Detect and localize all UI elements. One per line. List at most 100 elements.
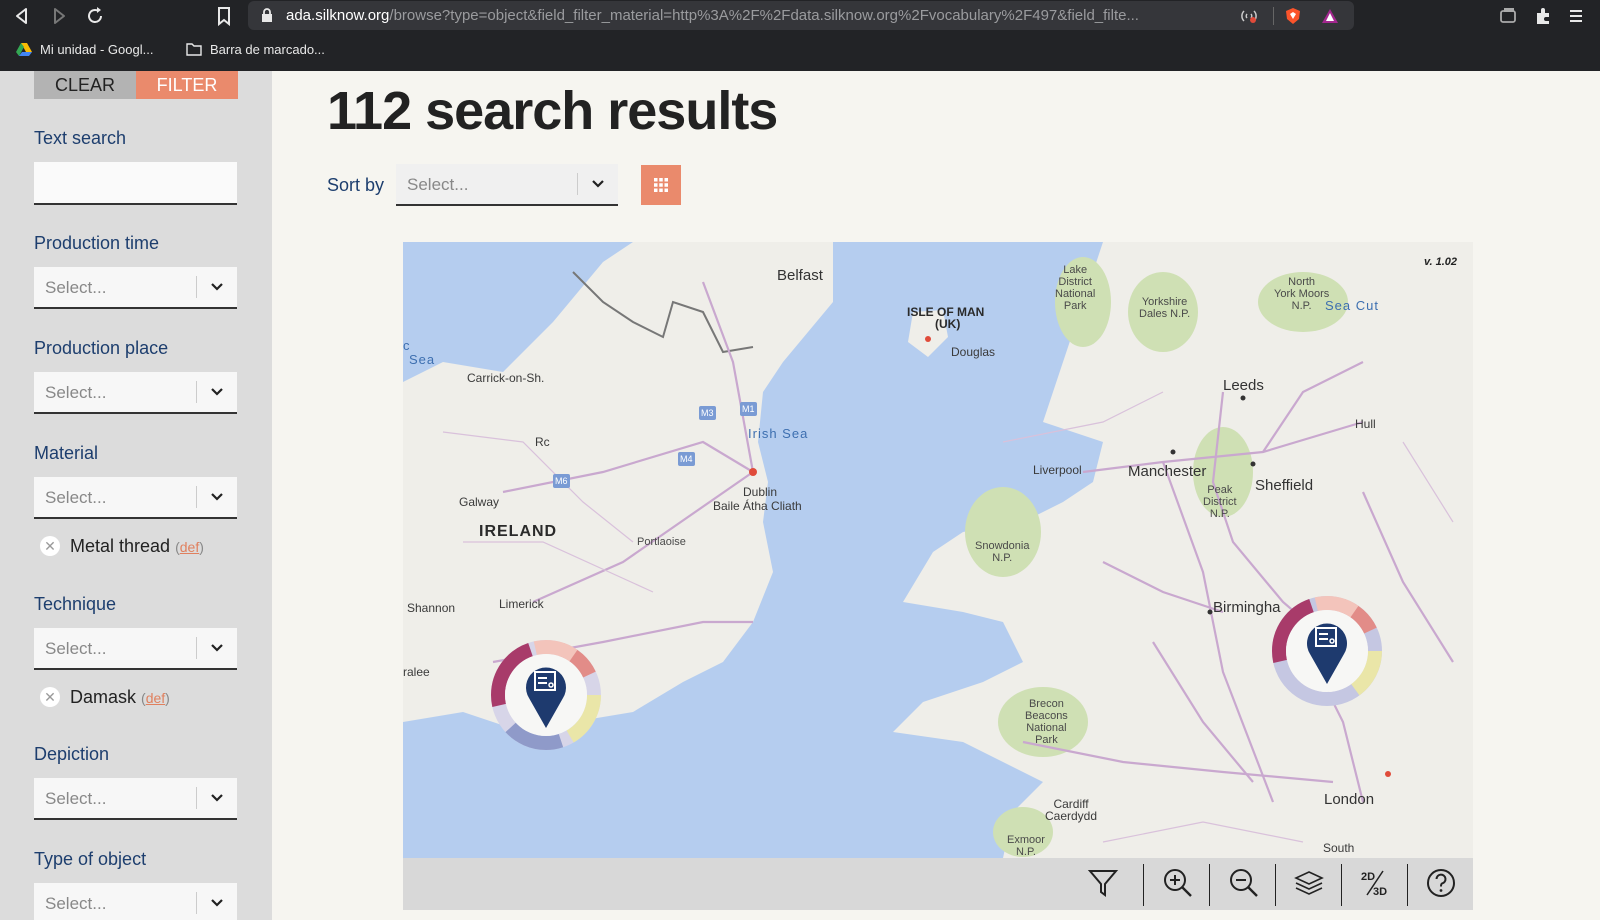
select-separator <box>196 892 197 914</box>
grid-view-button[interactable] <box>641 165 681 205</box>
wallet-icon[interactable] <box>1496 4 1520 28</box>
bookmark-icon[interactable] <box>212 4 236 28</box>
production-place-label: Production place <box>34 338 169 358</box>
map-label-snowdonia: Snowdonia N.P. <box>975 540 1030 564</box>
map-label-galway: Galway <box>459 495 500 509</box>
map-label-shannon: Shannon <box>407 601 456 615</box>
back-icon[interactable] <box>10 4 34 28</box>
material-select[interactable]: Select... <box>34 477 237 519</box>
remove-chip-icon[interactable]: ✕ <box>40 536 60 556</box>
folder-icon <box>186 43 202 56</box>
select-placeholder: Select... <box>45 278 107 297</box>
chevron-down-icon <box>211 644 223 652</box>
map-label-manchester: Manchester <box>1128 463 1207 480</box>
production-place-select[interactable]: Select... <box>34 372 237 414</box>
map-label-sea-cut: Sea Cut <box>1325 298 1379 313</box>
road-shield-m3: M3 <box>699 406 716 420</box>
select-separator <box>196 486 197 508</box>
map-label-ireland: IRELAND <box>479 523 558 540</box>
text-search-label: Text search <box>34 128 127 148</box>
map-label-c: c <box>403 338 411 353</box>
map-label-peak-district: Peak District N.P. <box>1203 484 1237 520</box>
zoom-out-icon[interactable] <box>1227 866 1261 900</box>
layers-icon[interactable] <box>1292 866 1326 900</box>
select-placeholder: Select... <box>45 894 107 913</box>
bookmark-folder[interactable]: Barra de marcado... <box>186 42 325 57</box>
filter-button[interactable]: FILTER <box>136 71 238 99</box>
def-link[interactable]: def <box>180 539 199 555</box>
select-separator <box>196 276 197 298</box>
map-label-leeds: Leeds <box>1223 377 1264 394</box>
map-label-limerick: Limerick <box>499 597 544 611</box>
map-basemap <box>403 242 1473 858</box>
select-separator <box>196 787 197 809</box>
toolbar-separator <box>1407 864 1408 906</box>
cluster-marker-icon <box>1272 596 1382 706</box>
clear-button[interactable]: CLEAR <box>34 71 136 99</box>
toolbar-separator <box>1209 864 1210 906</box>
menu-icon[interactable] <box>1564 4 1588 28</box>
map-label-liverpool: Liverpool <box>1033 463 1082 477</box>
map-toolbar: 2D 3D <box>403 858 1473 910</box>
sensor-off-icon[interactable] <box>1240 7 1258 25</box>
sort-select[interactable]: Select... <box>396 164 618 206</box>
bookmark-folder-label: Barra de marcado... <box>210 42 325 57</box>
bookmark-drive[interactable]: Mi unidad - Googl... <box>16 42 153 57</box>
filter-sidebar: CLEAR FILTER Text search Production time… <box>0 71 272 920</box>
map-version: v. 1.02 <box>1423 256 1457 268</box>
text-search-input[interactable] <box>34 162 237 205</box>
chevron-down-icon <box>211 899 223 907</box>
extensions-icon[interactable] <box>1532 4 1556 28</box>
technique-select[interactable]: Select... <box>34 628 237 670</box>
rewards-triangle-icon[interactable] <box>1321 7 1339 25</box>
map-label-uk: (UK) <box>935 317 961 331</box>
map-cluster-marker-england[interactable] <box>1272 596 1382 706</box>
type-of-object-select[interactable]: Select... <box>34 883 237 920</box>
production-time-label: Production time <box>34 233 160 253</box>
map-label-belfast: Belfast <box>777 267 823 284</box>
browser-chrome: ada.silknow.org/browse?type=object&field… <box>0 0 1600 71</box>
map-label-south: South <box>1323 841 1355 855</box>
bookmark-drive-label: Mi unidad - Googl... <box>40 42 154 57</box>
material-chip: ✕ Metal thread (def) <box>40 536 204 557</box>
select-placeholder: Select... <box>45 639 107 658</box>
chevron-down-icon <box>592 180 604 188</box>
select-placeholder: Select... <box>45 383 107 402</box>
map-label-brecon: Brecon Beacons National Park <box>1025 698 1068 746</box>
map-label-portlaoise: Portlaoise <box>637 536 686 548</box>
map-label-rc: Rc <box>535 435 550 449</box>
depiction-select[interactable]: Select... <box>34 778 237 820</box>
2d-3d-toggle-icon[interactable]: 2D3D <box>1358 866 1392 900</box>
chevron-down-icon <box>211 388 223 396</box>
chevron-down-icon <box>211 283 223 291</box>
help-icon[interactable] <box>1424 866 1458 900</box>
production-time-select[interactable]: Select... <box>34 267 237 309</box>
map-label-exmoor: Exmoor N.P. <box>1007 834 1045 858</box>
zoom-in-icon[interactable] <box>1161 866 1195 900</box>
road-shield-m1: M1 <box>740 402 757 416</box>
sort-label: Sort by <box>327 175 385 195</box>
technique-chip: ✕ Damask (def) <box>40 687 170 708</box>
toolbar-separator <box>1143 864 1144 906</box>
map-label-douglas: Douglas <box>951 345 996 359</box>
technique-chip-label: Damask <box>70 687 137 707</box>
address-bar[interactable]: ada.silknow.org/browse?type=object&field… <box>248 1 1354 30</box>
filter-icon[interactable] <box>1086 866 1120 900</box>
bookmarks-bar: Mi unidad - Googl... Barra de marcado... <box>0 36 1600 68</box>
brave-shield-icon[interactable] <box>1284 7 1302 25</box>
def-link[interactable]: def <box>146 690 165 706</box>
map-label-carrick: Carrick-on-Sh. <box>467 371 545 385</box>
map-label-north-york-moors: North York Moors N.P. <box>1274 276 1330 312</box>
map-label-london: London <box>1324 791 1375 808</box>
results-map[interactable]: v. 1.02 Belfast ISLE OF MAN (UK) Douglas… <box>403 242 1473 858</box>
map-label-birmingham: Birmingha <box>1213 599 1281 616</box>
forward-icon[interactable] <box>47 4 71 28</box>
svg-text:3D: 3D <box>1373 886 1387 898</box>
cluster-marker-icon <box>491 640 601 750</box>
remove-chip-icon[interactable]: ✕ <box>40 687 60 707</box>
select-separator <box>196 637 197 659</box>
reload-icon[interactable] <box>83 4 107 28</box>
map-cluster-marker-ireland[interactable] <box>491 640 601 750</box>
map-label-baile-atha-cliath: Baile Átha Cliath <box>713 499 802 513</box>
select-separator <box>196 381 197 403</box>
